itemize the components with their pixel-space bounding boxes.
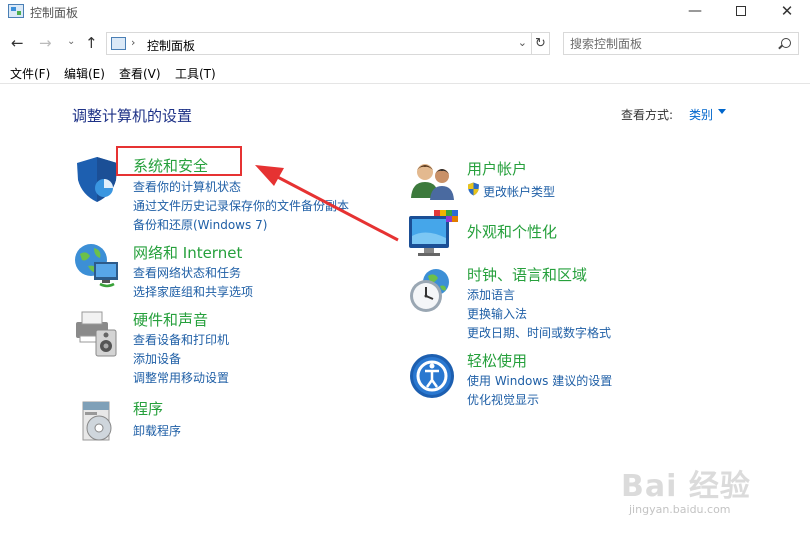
category-title-hardware-sound[interactable]: 硬件和声音 <box>133 309 208 330</box>
link-add-device[interactable]: 添加设备 <box>133 350 181 367</box>
breadcrumb-control-panel[interactable]: 控制面板 <box>147 37 195 54</box>
link-view-computer-status[interactable]: 查看你的计算机状态 <box>133 178 241 195</box>
search-icon[interactable] <box>781 38 791 48</box>
view-by-label: 查看方式: <box>621 108 674 122</box>
maximize-icon <box>736 6 746 16</box>
link-recommended-settings[interactable]: 使用 Windows 建议的设置 <box>467 372 612 389</box>
control-panel-icon <box>111 37 126 50</box>
menu-edit[interactable]: 编辑(E) <box>64 65 105 82</box>
category-title-network-internet[interactable]: 网络和 Internet <box>133 242 242 263</box>
users-icon[interactable] <box>408 158 458 208</box>
page-title: 调整计算机的设置 <box>72 107 193 125</box>
link-file-history-backup[interactable]: 通过文件历史记录保存你的文件备份副本 <box>133 197 349 214</box>
minimize-button[interactable]: — <box>672 0 718 24</box>
navigation-bar: ← → ⌄ ↑ › 控制面板 ⌄ ↻ <box>0 28 810 60</box>
chevron-down-icon[interactable] <box>718 109 726 114</box>
category-title-programs[interactable]: 程序 <box>133 398 163 419</box>
shield-icon[interactable] <box>72 154 122 204</box>
ease-of-access-icon[interactable] <box>408 352 458 402</box>
clock-globe-icon[interactable] <box>406 266 456 316</box>
link-change-input-method[interactable]: 更换输入法 <box>467 305 527 322</box>
link-add-language[interactable]: 添加语言 <box>467 286 515 303</box>
up-button[interactable]: ↑ <box>85 34 98 52</box>
menu-view[interactable]: 查看(V) <box>119 65 161 82</box>
network-globe-icon[interactable] <box>72 240 122 290</box>
link-homegroup-sharing[interactable]: 选择家庭组和共享选项 <box>133 283 253 300</box>
link-backup-restore[interactable]: 备份和还原(Windows 7) <box>133 216 267 233</box>
watermark-url: jingyan.baidu.com <box>629 503 731 516</box>
link-network-status[interactable]: 查看网络状态和任务 <box>133 264 241 281</box>
link-optimize-visual-display[interactable]: 优化视觉显示 <box>467 391 539 408</box>
watermark-text: Bai 经验 <box>621 469 751 504</box>
window-title: 控制面板 <box>30 6 79 20</box>
printer-speaker-icon[interactable] <box>72 308 122 358</box>
link-uninstall-program[interactable]: 卸载程序 <box>133 422 181 439</box>
view-by-dropdown[interactable]: 类别 <box>689 106 713 123</box>
close-button[interactable]: ✕ <box>764 0 810 24</box>
uac-shield-icon <box>467 182 480 199</box>
refresh-button[interactable]: ↻ <box>532 32 550 55</box>
menu-tools[interactable]: 工具(T) <box>175 65 216 82</box>
maximize-button[interactable] <box>718 0 764 24</box>
programs-disc-icon[interactable] <box>75 398 125 448</box>
link-change-date-time-format[interactable]: 更改日期、时间或数字格式 <box>467 324 611 341</box>
recent-locations-button[interactable]: ⌄ <box>67 36 75 47</box>
category-title-clock-language-region[interactable]: 时钟、语言和区域 <box>467 264 587 285</box>
control-panel-icon <box>8 4 24 18</box>
category-title-user-accounts[interactable]: 用户帐户 <box>467 158 527 179</box>
highlight-annotation-box <box>116 146 242 176</box>
link-devices-printers[interactable]: 查看设备和打印机 <box>133 331 229 348</box>
category-title-appearance[interactable]: 外观和个性化 <box>467 221 557 242</box>
breadcrumb-separator[interactable]: › <box>131 36 135 49</box>
menu-bar: 文件(F) 编辑(E) 查看(V) 工具(T) <box>0 62 810 84</box>
forward-button[interactable]: → <box>39 34 52 52</box>
search-box[interactable] <box>563 32 799 55</box>
baidu-watermark: Bai 经验 jingyan.baidu.com <box>621 449 771 519</box>
menu-file[interactable]: 文件(F) <box>10 65 50 82</box>
title-bar: 控制面板 — ✕ <box>0 0 810 24</box>
category-title-ease-of-access[interactable]: 轻松使用 <box>467 350 527 371</box>
search-input[interactable] <box>570 36 770 51</box>
back-button[interactable]: ← <box>11 34 24 52</box>
address-dropdown-icon[interactable]: ⌄ <box>518 36 527 49</box>
monitor-palette-icon[interactable] <box>406 208 458 258</box>
link-change-account-type[interactable]: 更改帐户类型 <box>483 183 555 200</box>
link-mobility-settings[interactable]: 调整常用移动设置 <box>133 369 229 386</box>
address-bar[interactable]: › 控制面板 ⌄ <box>106 32 532 55</box>
